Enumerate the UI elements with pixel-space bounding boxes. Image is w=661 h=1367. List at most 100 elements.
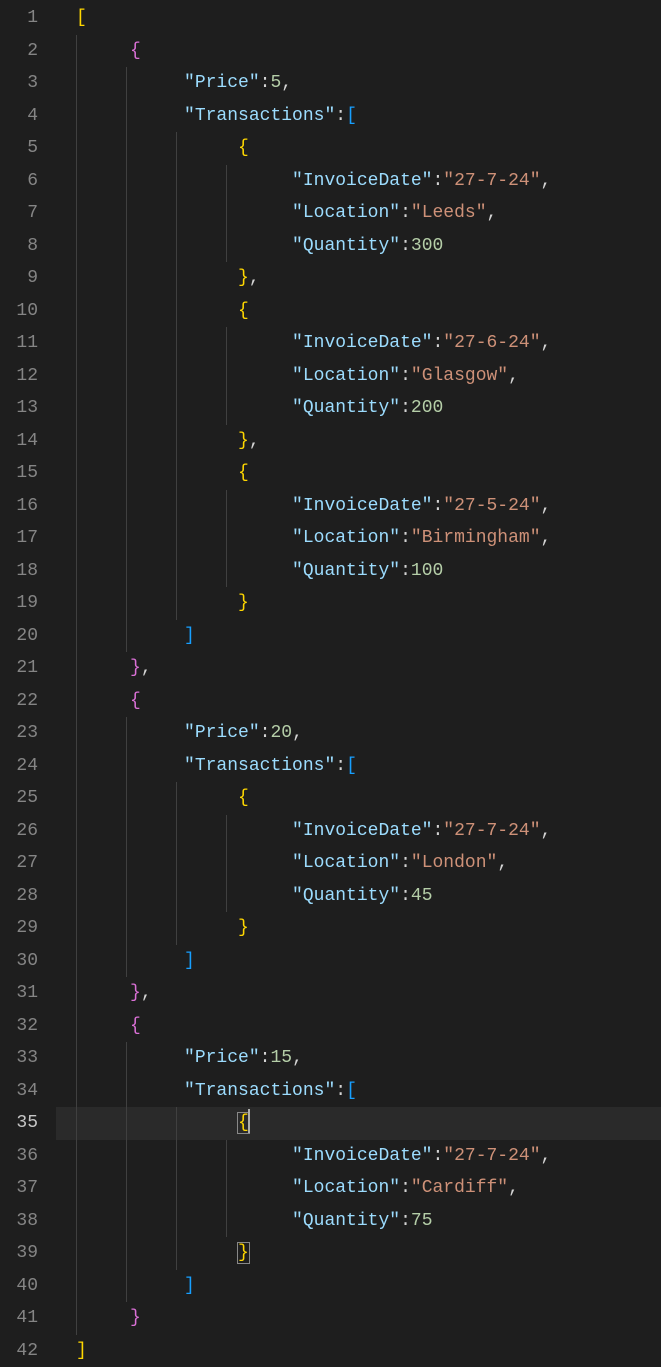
indent-guide [126, 67, 127, 100]
token-punc: : [335, 1081, 346, 1101]
code-line[interactable]: }, [56, 977, 661, 1010]
code-line[interactable]: "Quantity":75 [56, 1205, 661, 1238]
indent-guide [76, 555, 77, 588]
code-line[interactable]: "Quantity":45 [56, 880, 661, 913]
code-line[interactable]: ] [56, 1270, 661, 1303]
indent-guide [76, 230, 77, 263]
code-line[interactable]: } [56, 587, 661, 620]
code-line[interactable]: [ [56, 2, 661, 35]
code-line[interactable]: }, [56, 652, 661, 685]
token-num: 20 [270, 723, 292, 743]
indent-guide [176, 880, 177, 913]
indent-guide [176, 912, 177, 945]
line-number: 33 [0, 1042, 38, 1075]
indent-guide [176, 457, 177, 490]
token-punc: : [432, 496, 443, 516]
code-line[interactable]: }, [56, 262, 661, 295]
code-line[interactable]: "Transactions":[ [56, 1075, 661, 1108]
indent-guide [176, 392, 177, 425]
indent-guide [126, 490, 127, 523]
indent-guide [176, 165, 177, 198]
indent-guide [76, 262, 77, 295]
token-punc: , [508, 366, 519, 386]
code-line[interactable]: "Transactions":[ [56, 100, 661, 133]
code-line[interactable]: { [56, 782, 661, 815]
code-line[interactable]: "Quantity":200 [56, 392, 661, 425]
code-line[interactable]: { [56, 1010, 661, 1043]
code-line[interactable]: { [56, 35, 661, 68]
indent-guide [176, 197, 177, 230]
indent-guide [226, 522, 227, 555]
token-brace-p: } [130, 1308, 141, 1328]
code-line[interactable]: } [56, 1302, 661, 1335]
indent-guide [176, 522, 177, 555]
indent-guide [76, 425, 77, 458]
indent-guide [126, 1172, 127, 1205]
token-key: "Quantity" [292, 1211, 400, 1231]
indent-guide [176, 490, 177, 523]
code-line[interactable]: "Transactions":[ [56, 750, 661, 783]
indent-guide [76, 295, 77, 328]
code-line[interactable]: { [56, 457, 661, 490]
code-line[interactable]: { [56, 685, 661, 718]
code-area[interactable]: [ { "Price":5, "Transactions":[ { "Invoi… [56, 0, 661, 1366]
code-line[interactable]: ] [56, 620, 661, 653]
code-line[interactable]: "Location":"Glasgow", [56, 360, 661, 393]
indent-guide [226, 847, 227, 880]
indent-guide [76, 360, 77, 393]
token-brace-y: } [237, 1242, 250, 1264]
indent-guide [176, 327, 177, 360]
code-line[interactable]: "Quantity":300 [56, 230, 661, 263]
code-line[interactable]: ] [56, 945, 661, 978]
code-line[interactable]: "Location":"London", [56, 847, 661, 880]
code-line[interactable]: "InvoiceDate":"27-5-24", [56, 490, 661, 523]
code-line[interactable]: { [56, 295, 661, 328]
code-line[interactable]: "Quantity":100 [56, 555, 661, 588]
code-line[interactable]: "Location":"Birmingham", [56, 522, 661, 555]
token-punc: : [260, 73, 271, 93]
code-line[interactable]: "Location":"Cardiff", [56, 1172, 661, 1205]
line-number: 22 [0, 685, 38, 718]
line-number: 18 [0, 555, 38, 588]
indent-guide [76, 197, 77, 230]
token-punc: , [508, 1178, 519, 1198]
token-punc: , [541, 333, 552, 353]
indent-guide [76, 1172, 77, 1205]
token-punc: , [541, 821, 552, 841]
code-line[interactable]: "InvoiceDate":"27-7-24", [56, 165, 661, 198]
token-brace-b: ] [184, 951, 195, 971]
code-line[interactable]: "Price":5, [56, 67, 661, 100]
line-number: 31 [0, 977, 38, 1010]
indent-guide [76, 685, 77, 718]
indent-guide [126, 620, 127, 653]
code-line[interactable]: }, [56, 425, 661, 458]
code-line[interactable]: "InvoiceDate":"27-7-24", [56, 815, 661, 848]
indent-guide [176, 1237, 177, 1270]
code-line[interactable]: ] [56, 1335, 661, 1367]
line-number: 4 [0, 100, 38, 133]
code-editor[interactable]: 1234567891011121314151617181920212223242… [0, 0, 661, 1366]
indent-guide [76, 1107, 77, 1140]
indent-guide [126, 100, 127, 133]
code-line[interactable]: "InvoiceDate":"27-7-24", [56, 1140, 661, 1173]
code-line[interactable]: "Price":20, [56, 717, 661, 750]
indent-guide [126, 847, 127, 880]
code-line[interactable]: { [56, 132, 661, 165]
indent-guide [76, 392, 77, 425]
code-line[interactable]: "Price":15, [56, 1042, 661, 1075]
token-key: "InvoiceDate" [292, 1146, 432, 1166]
token-num: 100 [411, 561, 443, 581]
indent-guide [226, 815, 227, 848]
token-punc: : [400, 1178, 411, 1198]
line-number: 39 [0, 1237, 38, 1270]
token-brace-b: [ [346, 756, 357, 776]
token-key: "Location" [292, 203, 400, 223]
token-brace-p: { [130, 41, 141, 61]
code-line[interactable]: "InvoiceDate":"27-6-24", [56, 327, 661, 360]
code-line[interactable]: { [56, 1107, 661, 1140]
code-line[interactable]: "Location":"Leeds", [56, 197, 661, 230]
line-number: 11 [0, 327, 38, 360]
indent-guide [76, 457, 77, 490]
code-line[interactable]: } [56, 1237, 661, 1270]
code-line[interactable]: } [56, 912, 661, 945]
